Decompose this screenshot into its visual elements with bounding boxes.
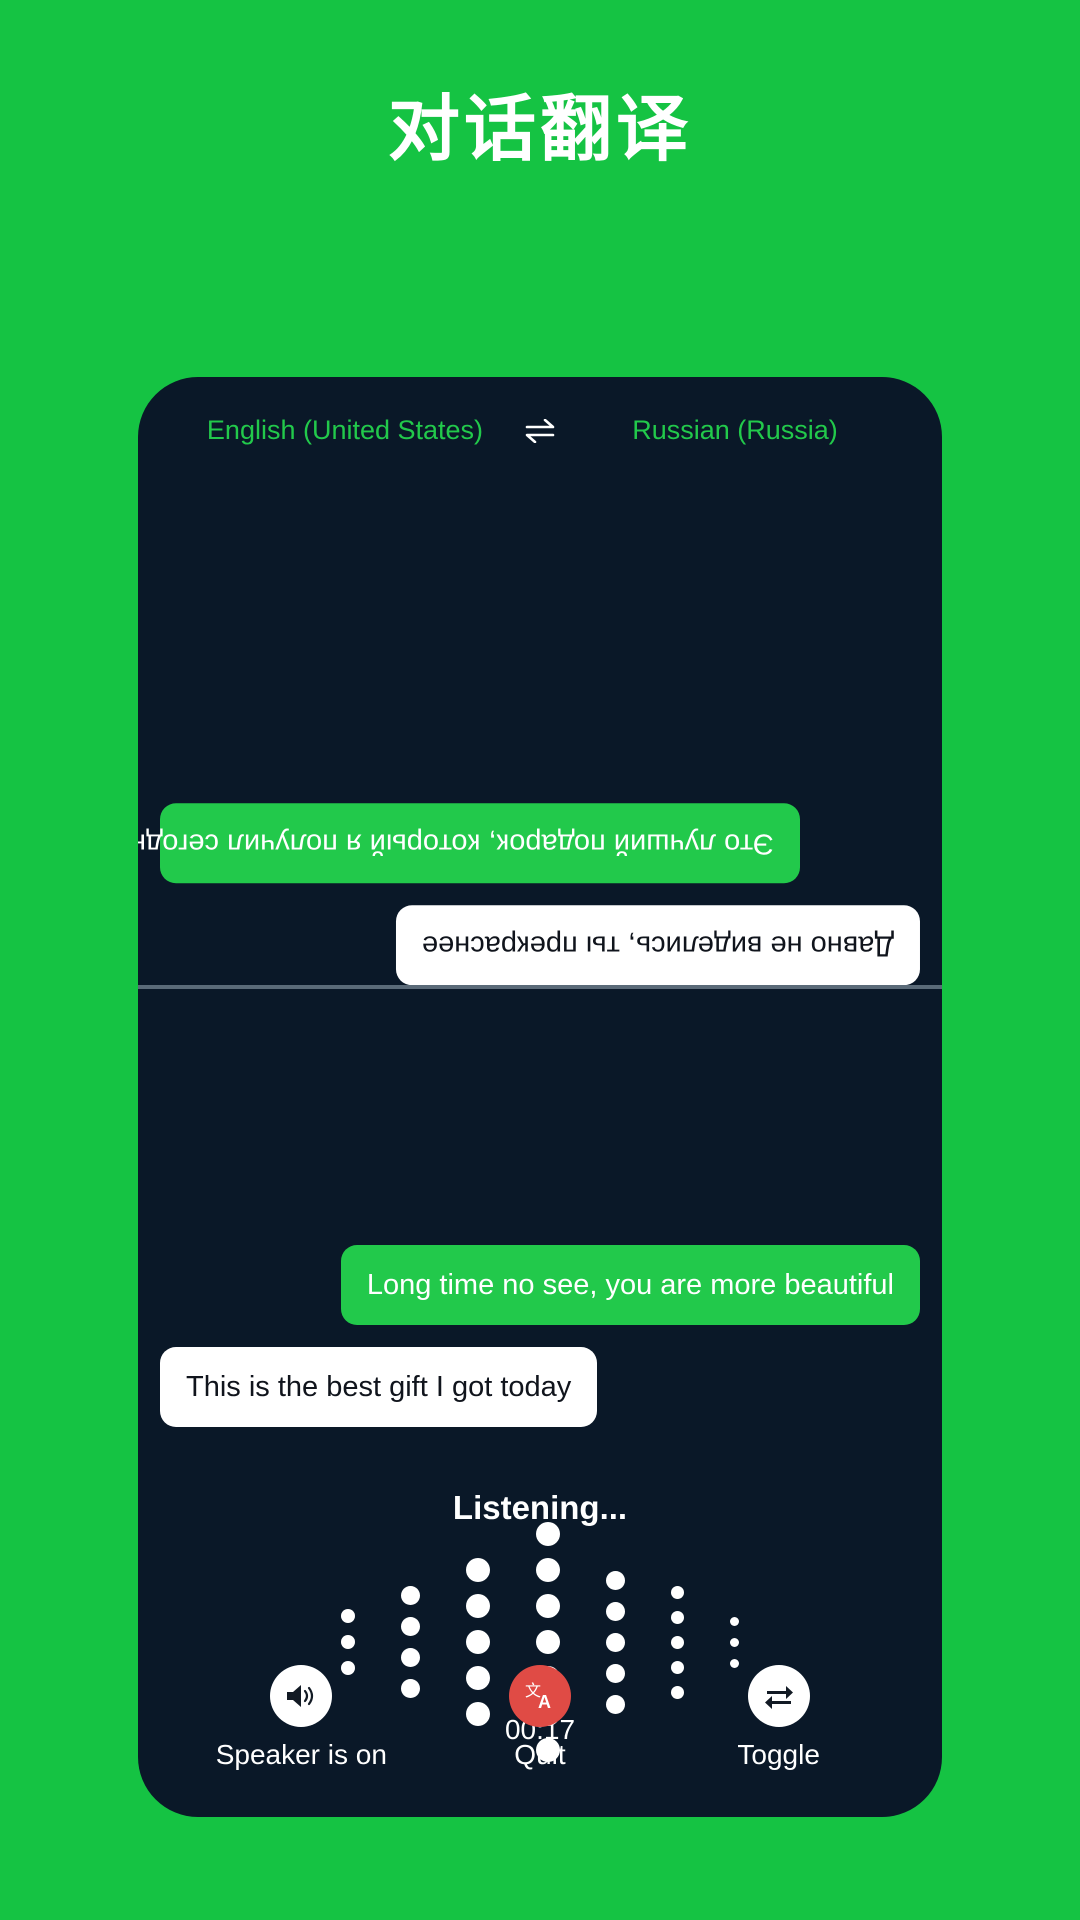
- app-root: 对话翻译 English (United States) Russian (Ru…: [0, 0, 1080, 1920]
- waveform-dot: [341, 1609, 355, 1623]
- target-language-selector[interactable]: Russian (Russia): [570, 415, 900, 446]
- speaker-button[interactable]: Speaker is on: [191, 1665, 411, 1771]
- speaker-on-icon[interactable]: [270, 1665, 333, 1727]
- translated-message-list: Это лучший подарок, который я получил се…: [138, 467, 920, 985]
- page-title: 对话翻译: [387, 90, 692, 170]
- waveform-dot: [466, 1594, 490, 1618]
- source-message-list: Long time no see, you are more beautiful…: [160, 987, 920, 1427]
- waveform-dot: [671, 1635, 684, 1649]
- waveform-dot: [536, 1630, 560, 1654]
- control-bar: Speaker is on 文 A Quit Toggle: [138, 1665, 942, 1771]
- waveform-dot: [606, 1632, 625, 1652]
- message-row: Это лучший подарок, который я получил се…: [138, 802, 920, 883]
- translated-conversation-pane: Это лучший подарок, который я получил се…: [138, 467, 942, 985]
- waveform-dot: [401, 1586, 420, 1605]
- waveform-dot: [466, 1630, 490, 1654]
- toggle-button[interactable]: Toggle: [669, 1665, 889, 1771]
- waveform-dot: [730, 1616, 739, 1626]
- waveform-dot: [730, 1637, 739, 1647]
- swap-horizontal-icon[interactable]: [510, 418, 570, 443]
- quit-button-label: Quit: [514, 1739, 566, 1770]
- svg-text:A: A: [538, 1692, 551, 1712]
- source-conversation-pane: Long time no see, you are more beautiful…: [138, 987, 942, 1427]
- waveform-column: [730, 1616, 739, 1668]
- waveform-dot: [606, 1570, 625, 1590]
- waveform-dot: [341, 1635, 355, 1649]
- message-row: This is the best gift I got today: [160, 1346, 920, 1427]
- waveform-dot: [671, 1610, 684, 1624]
- message-row: Давно не виделись, ты прекраснее: [160, 904, 920, 985]
- toggle-swap-icon[interactable]: [747, 1665, 810, 1727]
- quit-button[interactable]: 文 A Quit: [430, 1665, 650, 1771]
- waveform-dot: [401, 1617, 420, 1636]
- source-message-bubble[interactable]: Long time no see, you are more beautiful: [340, 1244, 920, 1325]
- waveform-dot: [536, 1558, 560, 1582]
- message-row: Long time no see, you are more beautiful: [160, 1244, 920, 1325]
- speaker-button-label: Speaker is on: [215, 1739, 387, 1770]
- phone-card: English (United States) Russian (Russia)…: [138, 377, 942, 1817]
- translate-icon[interactable]: 文 A: [508, 1665, 571, 1727]
- toggle-button-label: Toggle: [737, 1739, 820, 1770]
- translated-message-bubble[interactable]: Это лучший подарок, который я получил се…: [138, 802, 800, 883]
- source-language-selector[interactable]: English (United States): [180, 415, 510, 446]
- waveform-dot: [536, 1594, 560, 1618]
- waveform-dot: [606, 1601, 625, 1621]
- waveform-dot: [671, 1585, 684, 1599]
- waveform-dot: [536, 1522, 560, 1546]
- waveform-dot: [466, 1558, 490, 1582]
- source-message-bubble[interactable]: This is the best gift I got today: [160, 1346, 598, 1427]
- translated-message-bubble[interactable]: Давно не виделись, ты прекраснее: [396, 904, 920, 985]
- language-bar: English (United States) Russian (Russia): [138, 415, 942, 446]
